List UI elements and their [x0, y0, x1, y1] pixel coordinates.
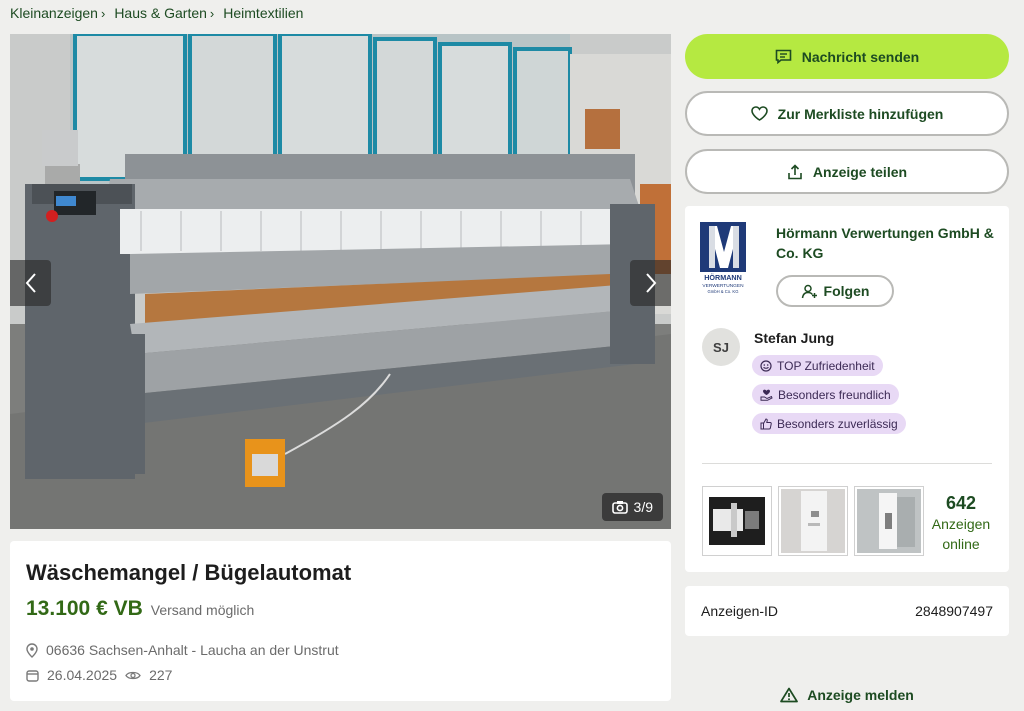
divider [702, 463, 992, 464]
image-counter[interactable]: 3/9 [601, 493, 663, 521]
breadcrumb-separator-icon: › [209, 5, 215, 21]
image-gallery[interactable]: 3/9 [10, 34, 671, 529]
follow-label: Folgen [823, 283, 870, 299]
breadcrumb-kleinanzeigen[interactable]: Kleinanzeigen › [10, 5, 114, 21]
badge-reliable: Besonders zuverlässig [752, 413, 906, 434]
heart-hand-icon [760, 389, 773, 401]
message-icon [775, 49, 792, 64]
seller-card: HÖRMANN VERWERTUNGEN GmbH & Co. KG Hörma… [685, 206, 1009, 572]
breadcrumb-label: Kleinanzeigen [10, 5, 98, 21]
gallery-prev-button[interactable] [10, 260, 51, 306]
user-plus-icon [801, 284, 817, 298]
thumbnail-image [705, 489, 769, 553]
ad-id-card: Anzeigen-ID 2848907497 [685, 586, 1009, 636]
thumbnail-image [781, 489, 845, 553]
calendar-icon [26, 669, 39, 682]
ad-info-card: Wäschemangel / Bügelautomat 13.100 € VB … [10, 541, 671, 701]
ad-id-label: Anzeigen-ID [701, 603, 779, 619]
thumbs-up-icon [760, 417, 772, 429]
ironer-photo[interactable] [10, 34, 671, 529]
follow-button[interactable]: Folgen [776, 275, 894, 307]
ads-count-label[interactable]: Anzeigen online [921, 514, 1001, 554]
breadcrumb-label: Haus & Garten [114, 5, 207, 21]
gallery-next-button[interactable] [630, 260, 671, 306]
heart-icon [750, 106, 768, 121]
badge-friendly: Besonders freundlich [752, 384, 899, 405]
breadcrumb-label: Heimtextilien [223, 5, 304, 21]
seller-ad-thumbnail[interactable] [854, 486, 924, 556]
badge-top-satisfaction: TOP Zufriedenheit [752, 355, 883, 376]
seller-ad-thumbnail[interactable] [778, 486, 848, 556]
location-row: 06636 Sachsen-Anhalt - Laucha an der Uns… [26, 642, 339, 658]
ads-count[interactable]: 642 [929, 493, 993, 514]
svg-text:HÖRMANN: HÖRMANN [704, 273, 742, 282]
camera-icon [611, 501, 628, 514]
badge-label: Besonders zuverlässig [777, 416, 898, 431]
share-icon [788, 163, 802, 179]
breadcrumb: Kleinanzeigen › Haus & Garten › Heimtext… [10, 4, 303, 22]
price: 13.100 € VB [26, 597, 143, 620]
smiley-icon [760, 359, 772, 372]
shipping-info: Versand möglich [150, 602, 255, 618]
contact-name: Stefan Jung [754, 330, 835, 346]
badge-label: Besonders freundlich [778, 387, 891, 402]
chevron-left-icon [25, 273, 36, 293]
breadcrumb-separator-icon: › [100, 5, 106, 21]
report-label: Anzeige melden [807, 687, 914, 703]
image-counter-text: 3/9 [633, 499, 653, 515]
warning-icon [780, 687, 799, 703]
ad-id-value: 2848907497 [915, 603, 993, 619]
add-to-watchlist-button[interactable]: Zur Merkliste hinzufügen [685, 91, 1009, 136]
eye-icon [125, 671, 141, 679]
company-logo[interactable]: HÖRMANN VERWERTUNGEN GmbH & Co. KG [700, 222, 748, 296]
seller-ad-thumbnail[interactable] [702, 486, 772, 556]
chevron-right-icon [645, 273, 656, 293]
location-pin-icon [26, 642, 38, 658]
share-label: Anzeige teilen [812, 163, 908, 180]
send-message-button[interactable]: Nachricht senden [685, 34, 1009, 79]
breadcrumb-heimtextilien[interactable]: Heimtextilien [223, 5, 303, 21]
breadcrumb-haus-garten[interactable]: Haus & Garten › [114, 5, 223, 21]
view-count: 227 [149, 667, 173, 683]
share-ad-button[interactable]: Anzeige teilen [685, 149, 1009, 194]
watchlist-label: Zur Merkliste hinzufügen [777, 105, 944, 122]
price-row: 13.100 € VB Versand möglich [26, 597, 254, 621]
date-views-row: 26.04.2025 227 [26, 667, 172, 683]
badge-label: TOP Zufriedenheit [777, 358, 875, 373]
report-ad-link[interactable]: Anzeige melden [685, 682, 1009, 708]
avatar: SJ [702, 328, 740, 366]
send-message-label: Nachricht senden [801, 48, 920, 65]
company-name-link[interactable]: Hörmann Verwertungen GmbH & Co. KG [776, 223, 998, 263]
location-text: 06636 Sachsen-Anhalt - Laucha an der Uns… [46, 642, 339, 658]
post-date: 26.04.2025 [47, 667, 118, 683]
thumbnail-image [857, 489, 921, 553]
svg-text:GmbH & Co. KG: GmbH & Co. KG [708, 289, 739, 294]
ad-title: Wäschemangel / Bügelautomat [26, 560, 352, 585]
